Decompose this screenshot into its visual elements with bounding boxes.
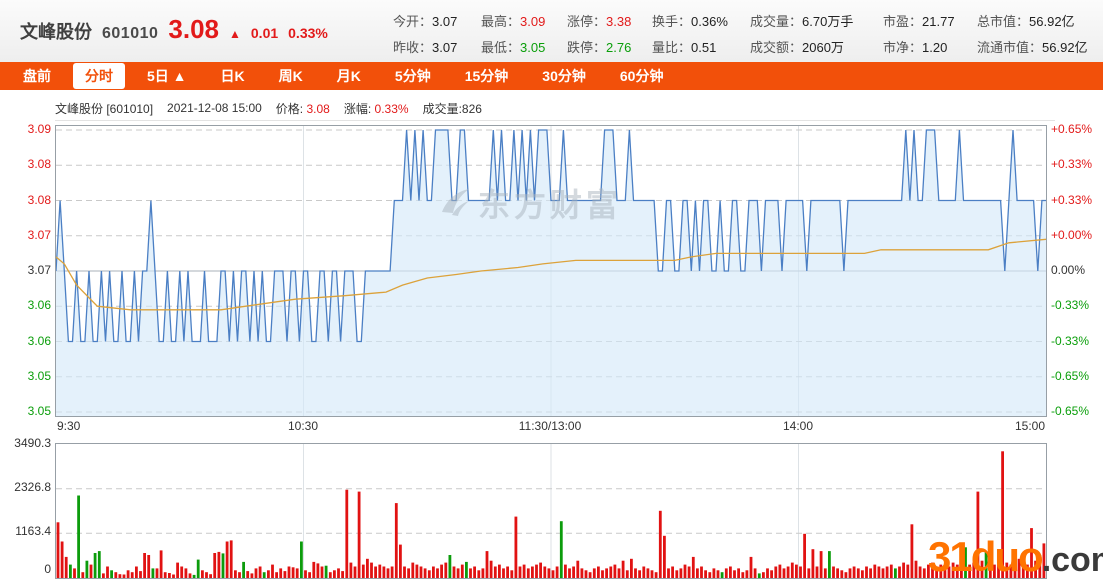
stock-quote-page: 文峰股份 601010 3.08 ▲ 0.01 0.33% 今开：3.07最高：… bbox=[0, 0, 1103, 580]
stat-2: 跌停：2.76 bbox=[567, 37, 652, 56]
stat-3: 量比：0.51 bbox=[652, 37, 750, 56]
volume-tick: 2326.8 bbox=[0, 480, 51, 494]
tab-60分钟[interactable]: 60分钟 bbox=[608, 63, 676, 89]
stat-6: 流通市值：56.92亿 bbox=[977, 37, 1103, 56]
price-chart-canvas bbox=[56, 126, 1046, 416]
tab-5日 ▲[interactable]: 5日 ▲ bbox=[135, 63, 199, 89]
crosshair-info-bar: 文峰股份 [601010] 2021-12-08 15:00 价格: 3.08 … bbox=[55, 96, 1055, 121]
stat-6: 总市值：56.92亿 bbox=[977, 11, 1103, 30]
time-tick: 9:30 bbox=[57, 419, 80, 433]
quote-stats-grid: 今开：3.07最高：3.09涨停：3.38换手：0.36%成交量：6.70万手市… bbox=[393, 7, 1103, 59]
stat-0: 昨收：3.07 bbox=[393, 37, 481, 56]
percent-tick: +0.33% bbox=[1051, 193, 1103, 207]
percent-tick: -0.65% bbox=[1051, 369, 1103, 383]
intraday-price-chart[interactable] bbox=[55, 125, 1047, 417]
tab-盘前[interactable]: 盘前 bbox=[11, 63, 63, 89]
stat-0: 今开：3.07 bbox=[393, 11, 481, 30]
price-tick: 3.05 bbox=[0, 404, 51, 418]
percent-tick: 0.00% bbox=[1051, 263, 1103, 277]
change-percent: 0.33% bbox=[288, 25, 328, 41]
info-volume: 成交量:826 bbox=[423, 100, 482, 117]
change-value: 0.01 bbox=[251, 25, 278, 41]
volume-tick: 1163.4 bbox=[0, 524, 51, 538]
percent-tick: -0.33% bbox=[1051, 298, 1103, 312]
price-tick: 3.07 bbox=[0, 263, 51, 277]
stat-1: 最高：3.09 bbox=[481, 11, 567, 30]
stat-5: 市盈：21.77 bbox=[883, 11, 977, 30]
time-tick: 10:30 bbox=[288, 419, 318, 433]
percent-tick: +0.00% bbox=[1051, 228, 1103, 242]
time-tick: 15:00 bbox=[1015, 419, 1045, 433]
site-watermark-tld: .com bbox=[1042, 541, 1103, 579]
volume-chart-canvas bbox=[56, 444, 1046, 578]
percent-tick: -0.33% bbox=[1051, 334, 1103, 348]
up-arrow-icon: ▲ bbox=[229, 27, 241, 41]
info-datetime: 2021-12-08 15:00 bbox=[167, 101, 262, 115]
price-tick: 3.06 bbox=[0, 334, 51, 348]
volume-chart[interactable] bbox=[55, 443, 1047, 579]
price-tick: 3.07 bbox=[0, 228, 51, 242]
stock-code: 601010 bbox=[102, 25, 158, 43]
stat-3: 换手：0.36% bbox=[652, 11, 750, 30]
stat-5: 市净：1.20 bbox=[883, 37, 977, 56]
percent-tick: +0.65% bbox=[1051, 122, 1103, 136]
stock-name: 文峰股份 bbox=[20, 18, 92, 44]
tab-30分钟[interactable]: 30分钟 bbox=[530, 63, 598, 89]
stat-4: 成交量：6.70万手 bbox=[750, 11, 883, 30]
price-tick: 3.06 bbox=[0, 298, 51, 312]
stat-2: 涨停：3.38 bbox=[567, 11, 652, 30]
info-price: 价格: 3.08 bbox=[276, 100, 330, 117]
info-stock: 文峰股份 [601010] bbox=[55, 100, 153, 117]
volume-tick: 0 bbox=[0, 562, 51, 576]
tab-日K[interactable]: 日K bbox=[209, 63, 257, 89]
stat-1: 最低：3.05 bbox=[481, 37, 567, 56]
time-axis: 9:30 10:30 11:30/13:00 14:00 15:00 bbox=[55, 419, 1045, 435]
stock-summary: 文峰股份 601010 3.08 ▲ 0.01 0.33% bbox=[20, 16, 328, 44]
volume-tick: 3490.3 bbox=[0, 436, 51, 450]
current-price: 3.08 bbox=[168, 16, 219, 42]
percent-tick: -0.65% bbox=[1051, 404, 1103, 418]
price-tick: 3.08 bbox=[0, 157, 51, 171]
tab-5分钟[interactable]: 5分钟 bbox=[383, 63, 443, 89]
period-tab-bar: 盘前分时 5日 ▲ 日K 周K 月K 5分钟 15分钟 30分钟 60分钟 bbox=[0, 62, 1103, 90]
tab-周K[interactable]: 周K bbox=[267, 63, 315, 89]
time-tick: 11:30/13:00 bbox=[519, 419, 582, 433]
price-tick: 3.08 bbox=[0, 193, 51, 207]
tab-15分钟[interactable]: 15分钟 bbox=[453, 63, 521, 89]
quote-header: 文峰股份 601010 3.08 ▲ 0.01 0.33% 今开：3.07最高：… bbox=[0, 0, 1103, 63]
tab-分时[interactable]: 分时 bbox=[73, 63, 125, 89]
stat-4: 成交额：2060万 bbox=[750, 37, 883, 56]
info-change: 涨幅: 0.33% bbox=[344, 100, 409, 117]
price-tick: 3.09 bbox=[0, 122, 51, 136]
percent-tick: +0.33% bbox=[1051, 157, 1103, 171]
price-tick: 3.05 bbox=[0, 369, 51, 383]
tab-月K[interactable]: 月K bbox=[325, 63, 373, 89]
time-tick: 14:00 bbox=[783, 419, 813, 433]
